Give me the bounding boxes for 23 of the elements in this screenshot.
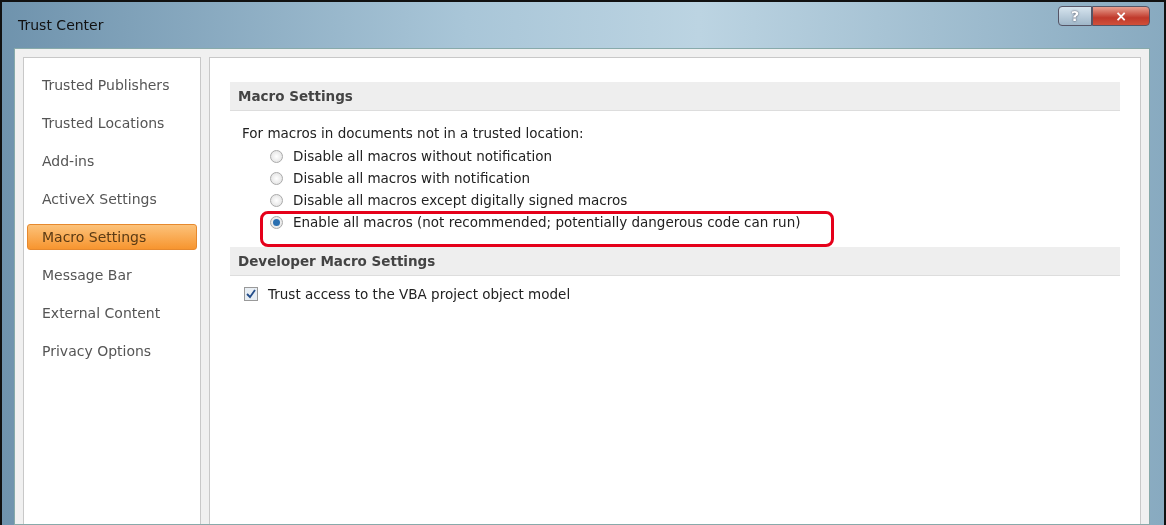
intro-text: For macros in documents not in a trusted location: (242, 125, 585, 141)
window-title: Trust Center (17, 17, 105, 33)
sidebar-item[interactable]: ActiveX Settings (27, 186, 197, 212)
sidebar-item[interactable]: External Content (27, 300, 197, 326)
checkbox[interactable] (244, 287, 258, 301)
radio-button[interactable] (270, 193, 283, 207)
sidebar-item[interactable]: Message Bar (27, 262, 197, 288)
sidebar-item[interactable]: Add-ins (27, 148, 197, 174)
radio-button[interactable] (270, 171, 283, 185)
radio-button[interactable] (270, 215, 283, 229)
option-label: Disable all macros without notification (293, 148, 553, 164)
sidebar-item[interactable]: Privacy Options (27, 338, 197, 364)
option-label: Disable all macros with notification (293, 170, 530, 186)
option-label: Enable all macros (not recommended; potentially dangerous code can run) (293, 214, 801, 230)
sidebar-item[interactable]: Trusted Publishers (27, 72, 197, 98)
radio-button[interactable] (270, 149, 283, 163)
sidebar-item[interactable]: Trusted Locations (27, 110, 197, 136)
section-heading: Developer Macro Settings (230, 247, 1120, 276)
option-label: Disable all macros except digitally signed macros (293, 192, 628, 208)
close-button[interactable]: × (1092, 6, 1150, 26)
sidebar-item[interactable]: Macro Settings (27, 224, 197, 250)
section-heading: Macro Settings (230, 82, 1120, 111)
option-label: Trust access to the VBA project object model (268, 286, 571, 302)
